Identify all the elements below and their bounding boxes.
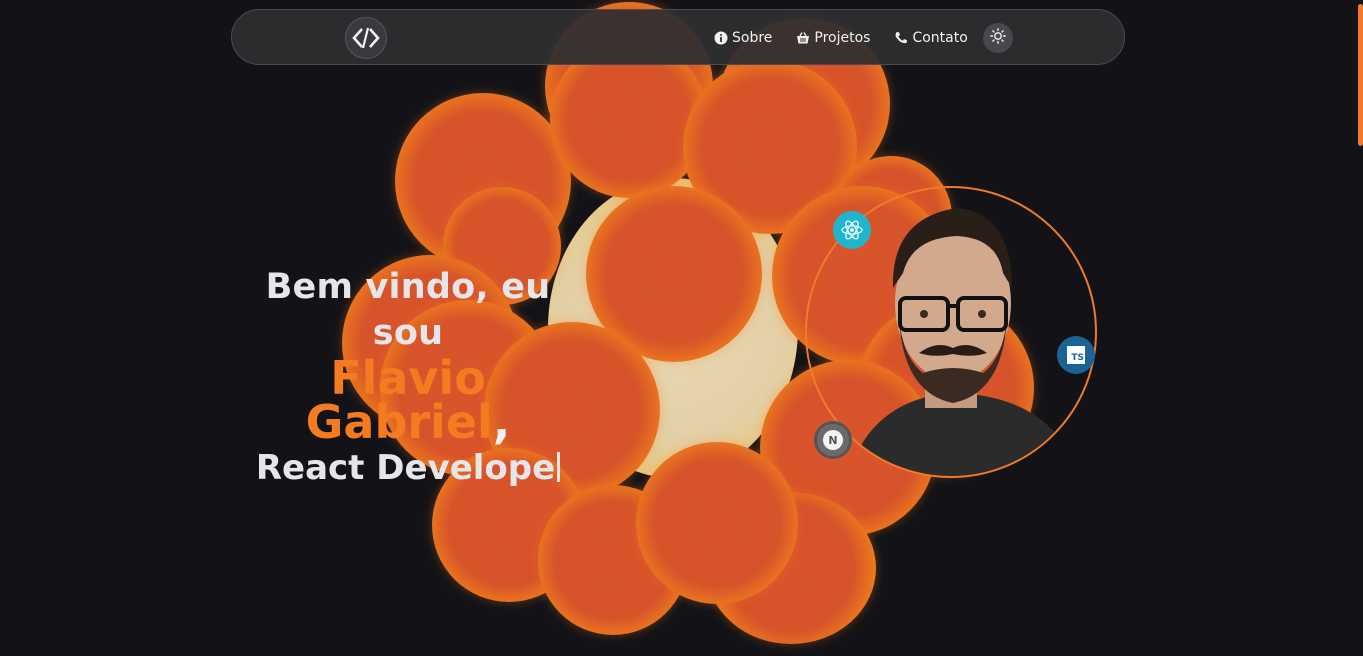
- nav-item-contato[interactable]: Contato: [894, 30, 968, 46]
- nav-item-label: Sobre: [732, 30, 773, 46]
- info-icon: [714, 31, 728, 45]
- hero-name-suffix: ,: [492, 395, 511, 449]
- hero-role-line: React Develope: [230, 444, 586, 492]
- nav-item-label: Contato: [912, 30, 968, 46]
- nextjs-icon: N: [814, 421, 852, 459]
- ts-label: TS: [1071, 353, 1084, 363]
- hero-greeting: Bem vindo, eu sou: [265, 267, 551, 353]
- nav-item-label: Projetos: [814, 30, 871, 46]
- bubble: [636, 442, 798, 604]
- hero-name: Flavio Gabriel: [305, 351, 493, 449]
- bubble-cloud-background: [0, 0, 1363, 656]
- basket-icon: [796, 31, 810, 45]
- nav-links: Sobre Projetos Contato: [714, 10, 992, 66]
- hero-heading: Bem vindo, eu sou Flavio Gabriel, React …: [230, 264, 586, 492]
- nav-item-sobre[interactable]: Sobre: [714, 30, 772, 46]
- hero-role: React Develope: [255, 448, 556, 488]
- typing-caret: [557, 452, 561, 482]
- code-brackets-logo-icon[interactable]: [345, 17, 387, 59]
- nav-item-projetos[interactable]: Projetos: [796, 30, 870, 46]
- hero-name-line: Flavio Gabriel,: [230, 355, 586, 445]
- react-icon: [833, 211, 871, 249]
- phone-icon: [894, 31, 908, 45]
- navbar: Sobre Projetos Contato: [231, 9, 1125, 65]
- typescript-icon: TS: [1057, 336, 1095, 374]
- sun-icon: [990, 28, 1006, 48]
- theme-toggle-button[interactable]: [983, 23, 1013, 53]
- next-label: N: [828, 433, 838, 447]
